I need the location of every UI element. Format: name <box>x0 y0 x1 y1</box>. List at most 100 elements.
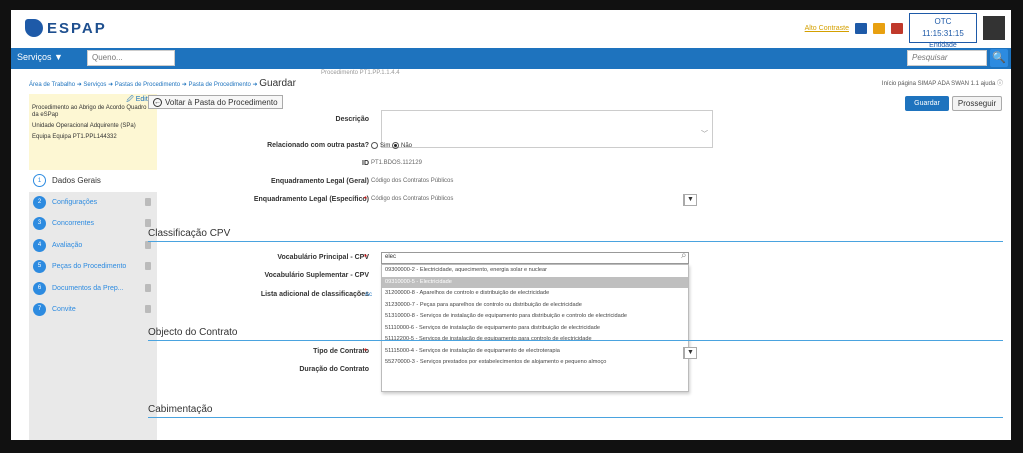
cpv-option[interactable]: 09310000-5 - Electricidade <box>382 276 688 288</box>
tipo-contrato-select[interactable]: ▼ <box>683 347 697 359</box>
step-label: Configurações <box>52 198 98 206</box>
step-number: 2 <box>33 195 46 209</box>
cpv-lista-link[interactable]: Ac <box>365 292 372 298</box>
cpv-principal-label: Vocabulário Principal - CPV <box>277 254 369 261</box>
sidebar-step[interactable]: 6 Documentos da Prep... <box>29 278 157 300</box>
alerts-icon[interactable] <box>891 22 903 34</box>
cpv-option[interactable]: 55270000-3 - Serviços prestados por esta… <box>382 357 688 369</box>
required-marker: * <box>364 253 368 262</box>
descricao-label: Descrição <box>335 116 369 123</box>
avatar[interactable] <box>983 16 1005 40</box>
chevron-down-icon: ▼ <box>684 195 696 205</box>
quick-search-input[interactable]: Queno... <box>87 50 175 66</box>
top-nav: Serviços ▼ Queno... Pesquisar 🔍 <box>11 48 1011 69</box>
cpv-option[interactable]: 31230000-7 - Peças para aparelhos de con… <box>382 300 688 312</box>
services-menu[interactable]: Serviços ▼ <box>17 52 63 62</box>
sidebar-step[interactable]: 4 Avaliação <box>29 235 157 257</box>
unit-name: Unidade Operacional Adquirente (SPa) <box>32 123 136 129</box>
step-label: Convite <box>52 306 76 314</box>
tipo-contrato-label: Tipo de Contrato <box>313 348 369 355</box>
notifications-icon[interactable] <box>873 22 885 34</box>
enq-geral-label: Enquadramento Legal (Geral) <box>270 178 369 185</box>
enq-esp-value: Código dos Contratos Públicos <box>371 196 454 202</box>
opt-nao-label: Não <box>401 143 413 150</box>
header-right: Alto Contraste OTC 11:15:31:15 Entidade … <box>805 13 1005 61</box>
arrow-left-icon: ← <box>153 97 162 107</box>
faint-caption: Procedimento PT1.PP.1.1.4.4 <box>321 70 400 76</box>
step-label: Peças do Procedimento <box>52 263 127 271</box>
step-number: 7 <box>33 303 46 317</box>
required-marker: * <box>364 195 368 204</box>
procedure-type: Procedimento ao Abrigo de Acordo Quadro … <box>32 105 147 118</box>
logo-text: ESPAP <box>47 19 107 37</box>
step-number: 5 <box>33 260 46 274</box>
back-button[interactable]: ← Voltar à Pasta do Procedimento <box>148 95 283 109</box>
radio-sim[interactable] <box>371 142 378 149</box>
enq-esp-select[interactable]: ▼ <box>683 194 697 206</box>
clock-text: OTC 11:15:31:15 <box>922 17 964 38</box>
lock-icon <box>145 219 151 227</box>
lock-icon <box>145 283 151 292</box>
procedure-info: 🖉 Editar Procedimento ao Abrigo de Acord… <box>29 94 157 170</box>
clock-box: OTC 11:15:31:15 Entidade Adquirente <box>909 13 977 61</box>
logo-mark-icon <box>25 19 43 37</box>
enq-geral-value: Código dos Contratos Públicos <box>371 178 454 184</box>
app-window: ESPAP Alto Contraste OTC 11:15:31:15 Ent… <box>11 10 1011 440</box>
step-label: Dados Gerais <box>52 176 101 186</box>
radio-nao[interactable] <box>392 142 400 149</box>
steps-sidebar: 1 Dados Gerais 2 Configurações 3 Concorrentes… <box>29 170 157 440</box>
step-number: 4 <box>33 238 46 252</box>
help-links[interactable]: Início página SIMAP ADA SWAN 1.1 ajuda ⓘ <box>882 78 1003 87</box>
duracao-label: Duração do Contrato <box>299 366 369 373</box>
descricao-field[interactable]: ﹀ <box>381 110 713 148</box>
messages-icon[interactable] <box>855 22 867 34</box>
id-label: ID <box>362 160 369 167</box>
edit-link[interactable]: 🖉 Editar <box>32 96 154 103</box>
id-value: PT1.BDOS.112129 <box>371 160 422 166</box>
step-label: Concorrentes <box>52 220 95 228</box>
chevron-down-icon: ▼ <box>684 348 696 358</box>
contrast-link[interactable]: Alto Contraste <box>805 25 849 32</box>
back-button-label: Voltar à Pasta do Procedimento <box>165 97 278 107</box>
cpv-lista-label: Lista adicional de classificações <box>260 291 369 298</box>
team-name: Equipa Equipa PT1.PPL144332 <box>32 134 117 140</box>
logo: ESPAP <box>25 19 107 37</box>
step-label: Documentos da Prep... <box>52 284 124 292</box>
next-button[interactable]: Prosseguir <box>952 96 1002 111</box>
step-number: 3 <box>33 217 46 231</box>
breadcrumb: Área de Trabalho ➜ Serviços ➜ Pastas de … <box>29 78 296 89</box>
lock-icon <box>145 305 151 313</box>
header: ESPAP Alto Contraste OTC 11:15:31:15 Ent… <box>11 10 1011 61</box>
enq-esp-label: Enquadramento Legal (Específico) <box>253 196 369 203</box>
objecto-section-title: Objecto do Contrato <box>148 327 1003 341</box>
cpv-principal-input[interactable]: elec <box>381 252 689 264</box>
step-label: Avaliação <box>52 241 83 249</box>
cabimentacao-section-title: Cabimentação <box>148 404 1003 418</box>
opt-sim-label: Sim <box>380 143 391 150</box>
cpv-suplementar-label: Vocabulário Suplementar - CPV <box>264 272 369 279</box>
breadcrumb-path[interactable]: Área de Trabalho ➜ Serviços ➜ Pastas de … <box>29 82 258 88</box>
sidebar-step[interactable]: 3 Concorrentes <box>29 213 157 235</box>
relacionado-options: Sim Não <box>371 142 412 149</box>
sidebar-step[interactable]: 7 Convite <box>29 299 157 321</box>
sidebar-step[interactable]: 5 Peças do Procedimento <box>29 256 157 278</box>
required-marker: * <box>364 347 368 356</box>
cpv-section-title: Classificação CPV <box>148 228 1003 242</box>
magnifier-icon[interactable]: ⌕ <box>681 250 687 261</box>
cpv-option[interactable]: 09300000-2 - Electricidade, aquecimento,… <box>382 265 688 277</box>
lock-icon <box>145 197 151 206</box>
search-icon[interactable]: 🔍 <box>990 49 1008 67</box>
lock-icon <box>145 262 151 270</box>
step-number: 6 <box>33 281 46 295</box>
step-number: 1 <box>33 174 46 188</box>
chevron-down-icon: ﹀ <box>701 131 708 138</box>
save-button[interactable]: Guardar <box>905 96 949 111</box>
sidebar-step[interactable]: 2 Configurações <box>29 192 157 214</box>
page-title: Guardar <box>259 78 296 89</box>
sidebar-step[interactable]: 1 Dados Gerais <box>29 170 157 192</box>
cpv-option[interactable]: 51115000-4 - Serviços de instalação de e… <box>382 346 688 358</box>
cpv-option[interactable]: 31200000-8 - Aparelhos de controlo e dis… <box>382 288 688 300</box>
relacionado-label: Relacionado com outra pasta? <box>267 142 369 149</box>
cpv-option[interactable]: 51310000-8 - Serviços de instalação de e… <box>382 311 688 323</box>
search-input[interactable]: Pesquisar <box>907 50 987 66</box>
